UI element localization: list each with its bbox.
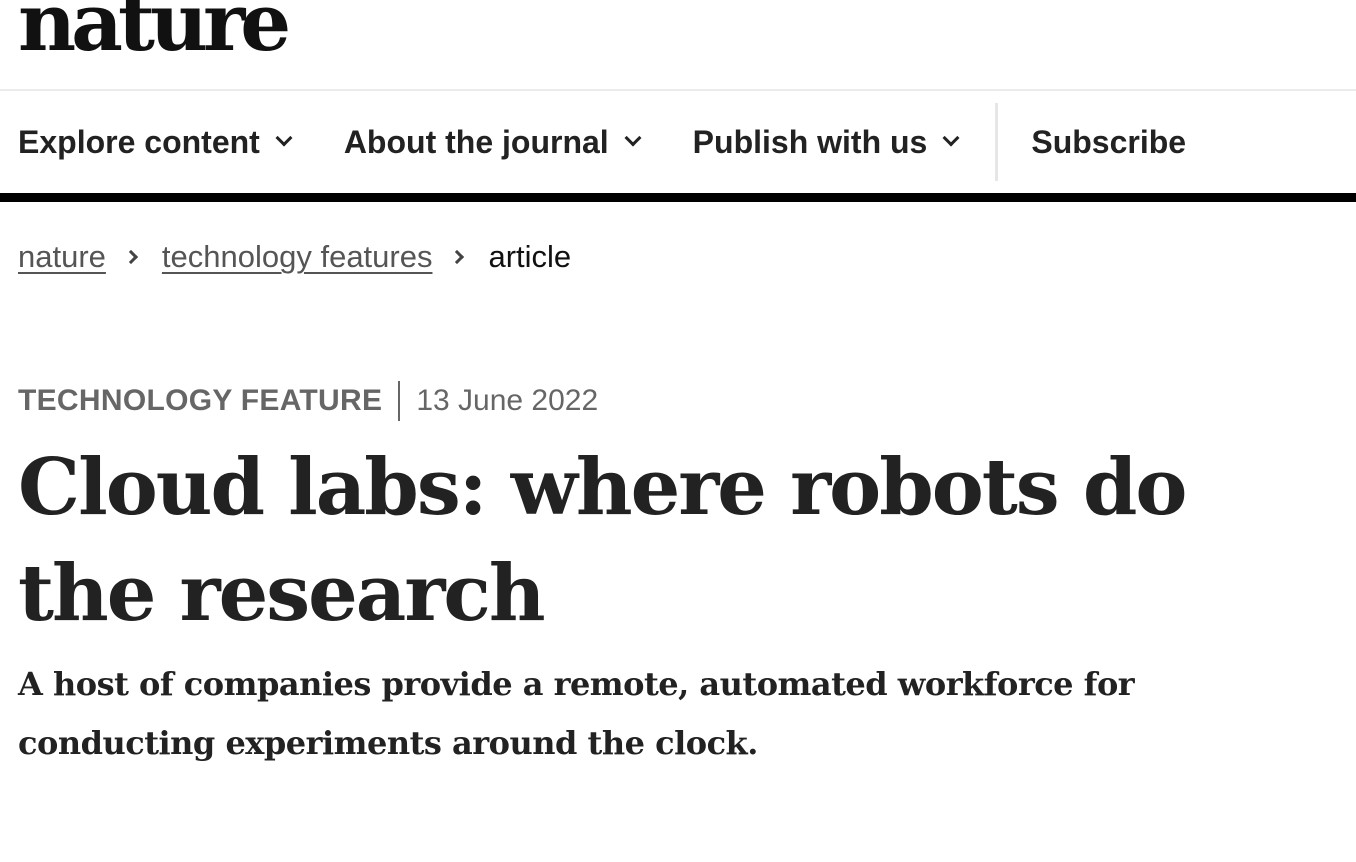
article-type: TECHNOLOGY FEATURE <box>18 384 383 417</box>
article-main: nature technology features article TECHN… <box>0 202 1356 773</box>
chevron-down-icon <box>942 129 960 147</box>
breadcrumb-link-technology-features[interactable]: technology features <box>162 239 433 275</box>
chevron-right-icon <box>123 249 138 265</box>
nav-explore-content[interactable]: Explore content <box>18 123 293 161</box>
chevron-right-icon <box>450 249 465 265</box>
logo-bar: nature <box>0 0 1356 91</box>
nav-item-label: Explore content <box>18 123 260 160</box>
breadcrumb-current: article <box>488 239 572 274</box>
article-date: 13 June 2022 <box>416 384 599 417</box>
article-standfirst: A host of companies provide a remote, au… <box>18 665 1135 762</box>
breadcrumb: nature technology features article <box>0 202 1356 319</box>
site-header: nature Explore content About the journal… <box>0 0 1356 202</box>
chevron-down-icon <box>275 129 293 147</box>
article-title: Cloud labs: where robots do the research <box>18 442 1187 639</box>
subscribe-link[interactable]: Subscribe <box>1031 124 1186 161</box>
article-meta: TECHNOLOGY FEATURE 13 June 2022 <box>0 381 1356 421</box>
nav-item-label: About the journal <box>343 123 609 160</box>
nature-logo[interactable]: nature <box>18 0 291 62</box>
subscribe-label: Subscribe <box>1031 123 1187 160</box>
meta-divider <box>398 381 401 421</box>
nav-about-the-journal[interactable]: About the journal <box>343 123 642 161</box>
breadcrumb-link-nature[interactable]: nature <box>18 239 106 275</box>
chevron-down-icon <box>624 129 642 147</box>
nav-publish-with-us[interactable]: Publish with us <box>692 123 960 161</box>
main-nav: Explore content About the journal Publis… <box>0 91 1356 202</box>
nav-divider <box>995 103 999 181</box>
nav-item-label: Publish with us <box>692 123 928 160</box>
